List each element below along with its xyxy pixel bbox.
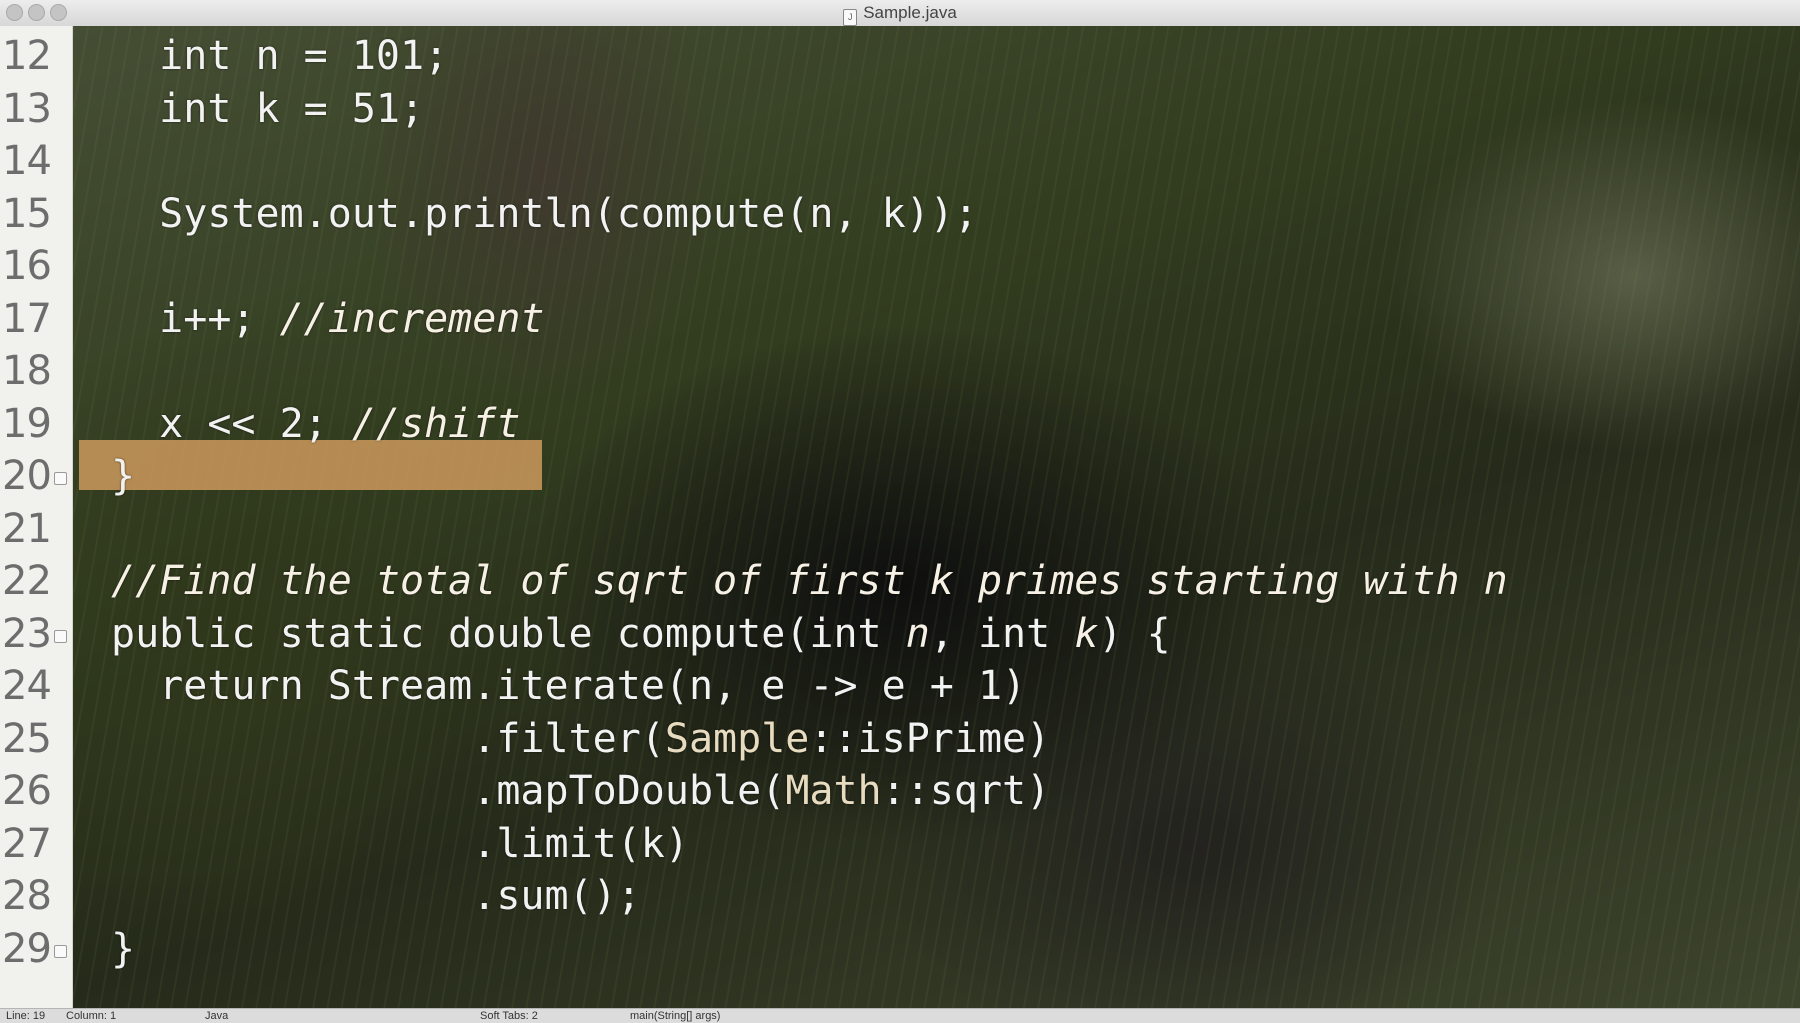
code-token: }: [111, 453, 136, 499]
line-number: 17: [2, 295, 52, 342]
code-comment: //shift: [351, 400, 521, 447]
fold-toggle-icon[interactable]: [54, 944, 67, 958]
line-number: 22: [2, 558, 52, 604]
code-token: .filter(: [472, 715, 665, 762]
fold-toggle-icon[interactable]: [54, 472, 67, 485]
line-number: 21: [2, 505, 52, 552]
line-number: 26: [2, 768, 52, 814]
code-line: .limit(k): [111, 818, 689, 870]
code-comment: //increment: [279, 295, 545, 342]
title-bar: J Sample.java: [0, 0, 1800, 27]
code-line: System.out.println(compute(n, k));: [111, 188, 978, 240]
code-token: ::isPrime): [809, 715, 1051, 762]
code-line: int k = 51;: [111, 83, 424, 135]
line-number: 18: [2, 348, 52, 394]
line-number: 28: [2, 873, 52, 919]
code-line: .filter(Sample::isPrime): [111, 713, 1050, 765]
code-editor[interactable]: int n = 101; int k = 51; System.out.prin…: [73, 26, 1800, 1008]
code-token: i++;: [159, 295, 280, 342]
code-line: .mapToDouble(Math::sqrt): [111, 765, 1050, 817]
line-number: 23: [2, 610, 52, 657]
tab-size-selector[interactable]: Soft Tabs: 2: [480, 1009, 538, 1023]
status-line: Line: 19: [6, 1010, 46, 1022]
code-line: int n = 101;: [111, 30, 448, 82]
code-token: .limit(k): [472, 820, 689, 867]
line-number: 27: [2, 820, 52, 867]
fold-toggle-icon[interactable]: [54, 629, 67, 643]
symbol-selector[interactable]: main(String[] args): [630, 1009, 720, 1023]
code-comment: k: [1074, 610, 1099, 657]
code-line: }: [111, 923, 135, 975]
line-number: 20: [2, 453, 52, 499]
code-comment: n: [905, 610, 930, 657]
code-line: }: [111, 450, 135, 502]
status-column: Column: 1: [66, 1010, 117, 1022]
code-token: Math: [785, 768, 882, 814]
code-line: public static double compute(int n, int …: [111, 608, 1171, 660]
window-title-text: Sample.java: [863, 3, 957, 22]
line-number: 29: [2, 925, 52, 972]
code-token: x << 2;: [159, 400, 352, 447]
code-token: int n = 101;: [159, 33, 449, 79]
line-number: 14: [2, 138, 52, 184]
line-number-gutter[interactable]: 12 13 14 15 16 17 18 19 20 21 22 23 24 25 26 27 28 29: [0, 26, 73, 1008]
status-bar: Line: 19 Column: 1 Java Soft Tabs: 2 mai…: [0, 1008, 1800, 1023]
line-number: 19: [2, 400, 52, 447]
line-number: 15: [2, 190, 52, 237]
window-title: J Sample.java: [0, 3, 1800, 26]
code-token: ) {: [1098, 610, 1171, 657]
code-token: .sum();: [472, 873, 641, 919]
code-line: x << 2; //shift: [111, 398, 520, 450]
line-number: 16: [2, 243, 52, 289]
code-token: System.out.println(compute(n, k));: [159, 190, 978, 237]
code-line: return Stream.iterate(n, e -> e + 1): [111, 660, 1026, 712]
code-token: ::sqrt): [881, 768, 1051, 814]
code-token: return Stream.iterate(n, e -> e + 1): [159, 663, 1027, 709]
code-token: public static double compute(int: [111, 610, 906, 657]
code-line: .sum();: [111, 870, 641, 922]
code-comment: //Find the total of sqrt of first k prim…: [111, 558, 1508, 604]
code-line: i++; //increment: [111, 293, 545, 345]
code-token: .mapToDouble(: [472, 768, 786, 814]
code-token: Sample: [664, 715, 810, 762]
code-token: , int: [929, 610, 1075, 657]
code-token: int k = 51;: [159, 85, 425, 132]
line-number: 13: [2, 85, 52, 132]
language-selector[interactable]: Java: [205, 1009, 228, 1023]
line-number: 25: [2, 715, 52, 762]
line-number: 24: [2, 663, 52, 709]
java-file-icon: J: [843, 9, 858, 26]
code-line: //Find the total of sqrt of first k prim…: [111, 555, 1508, 607]
code-token: }: [111, 925, 136, 972]
line-number: 12: [2, 33, 52, 79]
